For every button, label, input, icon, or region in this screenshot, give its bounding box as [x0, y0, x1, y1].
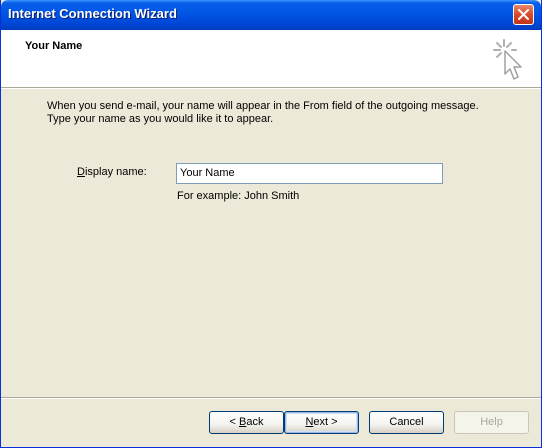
wizard-cursor-icon: [493, 39, 522, 80]
display-name-label: Display name:: [77, 166, 147, 178]
next-button[interactable]: Next >: [284, 411, 359, 434]
description-line-2: Type your name as you would like it to a…: [47, 113, 274, 125]
example-text: For example: John Smith: [177, 190, 300, 202]
close-button[interactable]: [513, 4, 534, 25]
close-icon: [518, 9, 529, 20]
page-title: Your Name: [25, 40, 83, 52]
title-bar[interactable]: Internet Connection Wizard: [1, 0, 541, 30]
window-title: Internet Connection Wizard: [8, 6, 177, 21]
wizard-window: Internet Connection Wizard Your Name Whe…: [0, 0, 542, 448]
cancel-button[interactable]: Cancel: [369, 411, 444, 434]
help-button[interactable]: Help: [454, 411, 529, 434]
back-button[interactable]: < Back: [209, 411, 284, 434]
display-name-input[interactable]: Your Name: [176, 163, 443, 184]
wizard-header: Your Name: [1, 30, 541, 87]
description-line-1: When you send e-mail, your name will app…: [47, 100, 479, 112]
description: When you send e-mail, your name will app…: [47, 100, 527, 126]
